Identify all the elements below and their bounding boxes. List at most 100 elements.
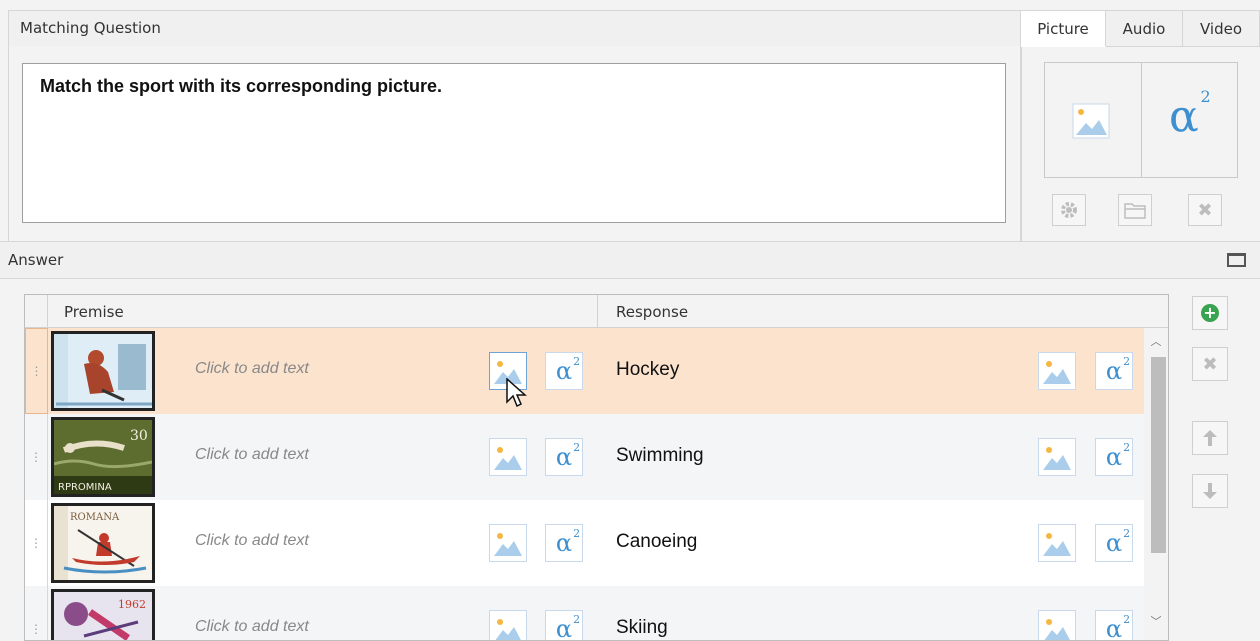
formula-icon-alpha: α bbox=[1105, 529, 1123, 557]
tab-video-label: Video bbox=[1199, 19, 1243, 38]
premise-formula-button[interactable]: α2 bbox=[545, 610, 583, 641]
formula-icon-sup: 2 bbox=[1123, 613, 1131, 626]
formula-icon-sup: 2 bbox=[573, 441, 581, 454]
formula-icon-alpha: α bbox=[1105, 443, 1123, 471]
question-header: Matching Question bbox=[8, 10, 1021, 47]
formula-icon-sup: 2 bbox=[573, 527, 581, 540]
answer-row[interactable]: ⋮ 1962 Click to add text α2 Skiing α 2 bbox=[25, 586, 1144, 641]
swimming-stamp[interactable]: 30 RPROMINA bbox=[51, 417, 155, 497]
tab-audio[interactable]: Audio bbox=[1106, 10, 1183, 47]
premise-text-placeholder[interactable]: Click to add text bbox=[195, 618, 309, 636]
response-column-header: Response bbox=[616, 303, 689, 321]
formula-icon: α2 bbox=[1106, 614, 1130, 640]
skiing-stamp-image: 1962 bbox=[54, 592, 152, 640]
skiing-stamp-value: 1962 bbox=[118, 598, 146, 611]
image-icon bbox=[494, 533, 522, 556]
response-text[interactable]: Canoeing bbox=[616, 531, 697, 553]
premise-formula-button[interactable]: α2 bbox=[545, 438, 583, 476]
add-row-button[interactable]: + bbox=[1192, 296, 1228, 330]
formula-icon-alpha: α bbox=[555, 615, 573, 641]
scroll-thumb[interactable] bbox=[1151, 357, 1166, 553]
image-icon bbox=[1043, 361, 1071, 384]
formula-icon-sup: 2 bbox=[1200, 87, 1211, 106]
insert-formula-button[interactable]: α2 bbox=[1169, 89, 1211, 139]
skiing-stamp[interactable]: 1962 bbox=[51, 589, 155, 640]
media-remove-button[interactable]: ✖ bbox=[1188, 194, 1222, 226]
formula-icon: α2 bbox=[555, 442, 580, 471]
response-formula-button[interactable]: α2 bbox=[1095, 610, 1133, 640]
formula-icon-alpha: α bbox=[1169, 91, 1199, 142]
premise-picture-button[interactable] bbox=[489, 524, 527, 562]
image-icon bbox=[1043, 533, 1071, 556]
response-text[interactable]: Hockey bbox=[616, 359, 679, 381]
hockey-stamp[interactable] bbox=[51, 331, 155, 411]
move-down-button[interactable] bbox=[1192, 474, 1228, 508]
formula-icon-sup: 2 bbox=[573, 355, 581, 368]
response-picture-button[interactable] bbox=[1038, 524, 1076, 562]
premise-text-placeholder[interactable]: Click to add text bbox=[195, 360, 309, 378]
canoeing-stamp-text: ROMANA bbox=[70, 512, 120, 523]
tab-video[interactable]: Video bbox=[1183, 10, 1260, 47]
response-formula-button[interactable]: α2 bbox=[1095, 438, 1133, 476]
media-open-button[interactable] bbox=[1118, 194, 1152, 226]
mouse-cursor-icon bbox=[506, 377, 528, 412]
column-separator[interactable] bbox=[597, 295, 598, 328]
premise-column-header: Premise bbox=[64, 303, 124, 321]
response-picture-button[interactable] bbox=[1038, 352, 1076, 390]
formula-icon-sup: 2 bbox=[1123, 441, 1131, 454]
swimming-stamp-text: RPROMINA bbox=[58, 482, 112, 493]
move-up-icon bbox=[1203, 430, 1217, 446]
premise-text-placeholder[interactable]: Click to add text bbox=[195, 532, 309, 550]
response-picture-button[interactable] bbox=[1038, 610, 1076, 640]
close-icon: ✖ bbox=[1197, 199, 1213, 221]
media-divider bbox=[1141, 63, 1142, 177]
response-picture-button[interactable] bbox=[1038, 438, 1076, 476]
formula-icon: α2 bbox=[555, 614, 580, 641]
premise-formula-button[interactable]: α2 bbox=[545, 352, 583, 390]
insert-picture-button[interactable] bbox=[1072, 103, 1110, 143]
gear-icon bbox=[1061, 202, 1077, 218]
formula-icon-alpha: α bbox=[1105, 357, 1123, 385]
scroll-up-arrow[interactable]: ︿ bbox=[1147, 333, 1165, 349]
answer-row[interactable]: ⋮ ROMANA Click to add text α2 Canoeing α… bbox=[25, 500, 1144, 586]
tab-picture[interactable]: Picture bbox=[1021, 10, 1106, 47]
drag-handle-icon[interactable]: ⋮ bbox=[25, 328, 48, 414]
formula-icon: α2 bbox=[1169, 89, 1211, 142]
formula-icon-sup: 2 bbox=[1123, 527, 1131, 540]
response-formula-button[interactable]: α2 bbox=[1095, 352, 1133, 390]
response-text[interactable]: Skiing bbox=[616, 617, 668, 639]
formula-icon: α2 bbox=[1105, 356, 1130, 385]
canoeing-stamp[interactable]: ROMANA bbox=[51, 503, 155, 583]
answer-row[interactable]: ⋮ 30 RPROMINA Click to add text α2 Swimm… bbox=[25, 414, 1144, 500]
premise-picture-button[interactable] bbox=[489, 438, 527, 476]
image-icon bbox=[1044, 619, 1070, 640]
formula-icon-alpha: α bbox=[555, 529, 573, 557]
answer-row[interactable]: ⋮ Click to add text α2 Hockey α 2 bbox=[25, 328, 1144, 414]
answer-header-label: Answer bbox=[8, 251, 64, 269]
question-text-input[interactable]: Match the sport with its corresponding p… bbox=[22, 63, 1006, 223]
move-down-icon bbox=[1203, 483, 1217, 499]
response-formula-button[interactable]: α2 bbox=[1095, 524, 1133, 562]
question-header-label: Matching Question bbox=[20, 19, 161, 37]
grid-header-handle bbox=[25, 295, 48, 328]
delete-row-button[interactable]: ✖ bbox=[1192, 347, 1228, 381]
premise-picture-button[interactable] bbox=[489, 610, 527, 640]
formula-icon-alpha: α bbox=[555, 443, 573, 471]
drag-handle-icon[interactable]: ⋮ bbox=[25, 500, 48, 586]
media-settings-button[interactable] bbox=[1052, 194, 1086, 226]
response-text[interactable]: Swimming bbox=[616, 445, 704, 467]
move-up-button[interactable] bbox=[1192, 421, 1228, 455]
formula-icon: α2 bbox=[555, 356, 580, 385]
scroll-down-arrow[interactable]: ﹀ bbox=[1147, 613, 1165, 629]
premise-text-placeholder[interactable]: Click to add text bbox=[195, 446, 309, 464]
maximize-icon[interactable] bbox=[1227, 253, 1246, 267]
formula-icon-alpha: α bbox=[555, 357, 573, 385]
canoeing-stamp-image: ROMANA bbox=[54, 506, 152, 580]
tab-audio-label: Audio bbox=[1122, 19, 1166, 38]
drag-handle-icon[interactable]: ⋮ bbox=[25, 586, 48, 640]
formula-icon: α2 bbox=[1105, 528, 1130, 557]
premise-formula-button[interactable]: α2 bbox=[545, 524, 583, 562]
drag-handle-icon[interactable]: ⋮ bbox=[25, 414, 48, 500]
media-drop-area: α2 bbox=[1044, 62, 1238, 178]
swimming-stamp-value: 30 bbox=[130, 428, 148, 444]
